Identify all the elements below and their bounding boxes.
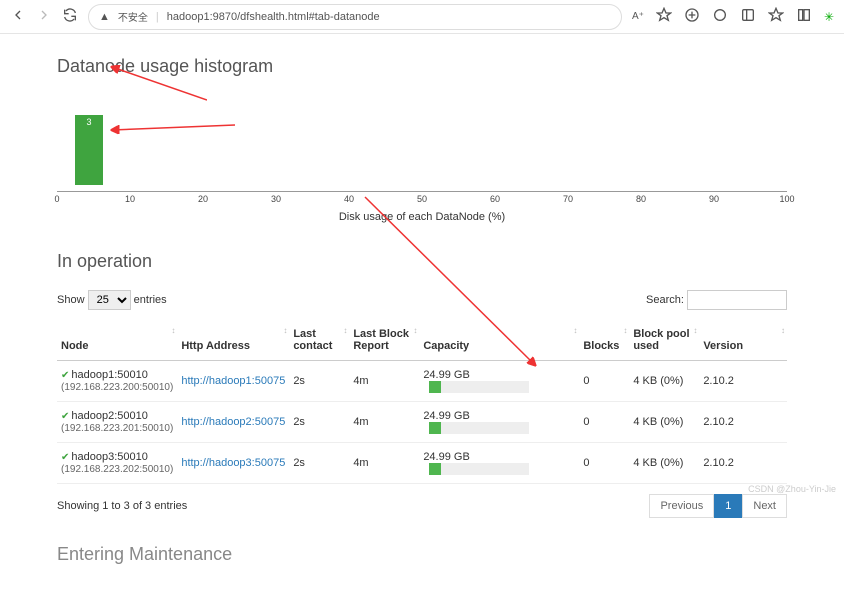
http-link[interactable]: http://hadoop2:50075 [181, 416, 285, 428]
cell-report: 4m [349, 361, 419, 402]
collections-icon[interactable] [796, 7, 812, 26]
col-contact[interactable]: Last contact↕ [289, 320, 349, 361]
table-row: ✔hadoop3:50010(192.168.223.202:50010) htt… [57, 443, 787, 484]
col-http[interactable]: Http Address↕ [177, 320, 289, 361]
node-name: hadoop1:50010 [71, 369, 147, 381]
read-aloud-icon[interactable]: A⁺ [632, 11, 644, 22]
node-name: hadoop2:50010 [71, 410, 147, 422]
cell-version: 2.10.2 [699, 402, 787, 443]
security-warning-text: 不安全 [118, 9, 148, 24]
col-capacity[interactable]: Capacity↕ [419, 320, 579, 361]
axis-tick: 30 [271, 194, 281, 204]
annotation-arrow-2 [107, 120, 237, 140]
section-title-maintenance: Entering Maintenance [57, 544, 787, 565]
reload-icon[interactable] [62, 7, 78, 26]
extension-icon[interactable] [684, 7, 700, 26]
cell-report: 4m [349, 443, 419, 484]
col-report[interactable]: Last Block Report↕ [349, 320, 419, 361]
cell-contact: 2s [289, 402, 349, 443]
col-pool[interactable]: Block pool used↕ [629, 320, 699, 361]
cell-blocks: 0 [579, 443, 629, 484]
pager-next[interactable]: Next [742, 494, 787, 518]
node-name: hadoop3:50010 [71, 451, 147, 463]
datanode-table: Node↕ Http Address↕ Last contact↕ Last B… [57, 320, 787, 484]
cell-contact: 2s [289, 443, 349, 484]
cell-blocks: 0 [579, 402, 629, 443]
pager-prev[interactable]: Previous [649, 494, 714, 518]
cell-version: 2.10.2 [699, 443, 787, 484]
favorites-icon[interactable] [768, 7, 784, 26]
cell-pool: 4 KB (0%) [629, 443, 699, 484]
status-ok-icon: ✔ [61, 411, 69, 422]
cell-version: 2.10.2 [699, 361, 787, 402]
section-title-operation: In operation [57, 251, 787, 272]
cell-report: 4m [349, 402, 419, 443]
node-ip: (192.168.223.202:50010) [61, 464, 173, 475]
search-input[interactable] [687, 290, 787, 310]
histogram-x-axis: 0102030405060708090100 [57, 191, 787, 207]
http-link[interactable]: http://hadoop1:50075 [181, 375, 285, 387]
entries-select[interactable]: 25 [88, 290, 131, 310]
axis-tick: 70 [563, 194, 573, 204]
cell-capacity: 24.99 GB [419, 402, 579, 443]
cell-pool: 4 KB (0%) [629, 361, 699, 402]
axis-tick: 10 [125, 194, 135, 204]
cell-capacity: 24.99 GB [419, 443, 579, 484]
star-icon[interactable] [656, 7, 672, 26]
histogram-x-label: Disk usage of each DataNode (%) [57, 211, 787, 223]
histogram-chart: 3 [57, 95, 787, 185]
axis-tick: 40 [344, 194, 354, 204]
axis-tick: 60 [490, 194, 500, 204]
toolbar-right: A⁺ ✳ [632, 7, 834, 26]
pager-page-1[interactable]: 1 [714, 494, 742, 518]
node-ip: (192.168.223.201:50010) [61, 423, 173, 434]
back-icon[interactable] [10, 7, 26, 26]
status-ok-icon: ✔ [61, 452, 69, 463]
capacity-bar [429, 381, 529, 393]
plugin-icon[interactable]: ✳ [824, 10, 834, 24]
entries-control: Show 25 entries [57, 290, 167, 310]
table-row: ✔hadoop2:50010(192.168.223.201:50010) htt… [57, 402, 787, 443]
axis-tick: 90 [709, 194, 719, 204]
security-warning-icon: ▲ [99, 11, 110, 23]
sync-icon[interactable] [712, 7, 728, 26]
histogram-bar: 3 [75, 115, 103, 185]
panel-icon[interactable] [740, 7, 756, 26]
axis-tick: 50 [417, 194, 427, 204]
axis-tick: 20 [198, 194, 208, 204]
section-title-histogram: Datanode usage histogram [57, 56, 787, 77]
cell-contact: 2s [289, 361, 349, 402]
capacity-bar [429, 463, 529, 475]
axis-tick: 100 [779, 194, 794, 204]
pager-info: Showing 1 to 3 of 3 entries [57, 500, 187, 512]
axis-tick: 0 [54, 194, 59, 204]
watermark: CSDN @Zhou-Yin-Jie [748, 484, 836, 494]
status-ok-icon: ✔ [61, 370, 69, 381]
search-control: Search: [646, 290, 787, 310]
col-version[interactable]: Version↕ [699, 320, 787, 361]
forward-icon[interactable] [36, 7, 52, 26]
axis-tick: 80 [636, 194, 646, 204]
cell-capacity: 24.99 GB [419, 361, 579, 402]
col-node[interactable]: Node↕ [57, 320, 177, 361]
http-link[interactable]: http://hadoop3:50075 [181, 457, 285, 469]
capacity-bar [429, 422, 529, 434]
table-row: ✔hadoop1:50010(192.168.223.200:50010) htt… [57, 361, 787, 402]
url-text: hadoop1:9870/dfshealth.html#tab-datanode [167, 11, 380, 23]
address-bar[interactable]: ▲ 不安全 | hadoop1:9870/dfshealth.html#tab-… [88, 4, 622, 30]
node-ip: (192.168.223.200:50010) [61, 382, 173, 393]
cell-blocks: 0 [579, 361, 629, 402]
col-blocks[interactable]: Blocks↕ [579, 320, 629, 361]
cell-pool: 4 KB (0%) [629, 402, 699, 443]
